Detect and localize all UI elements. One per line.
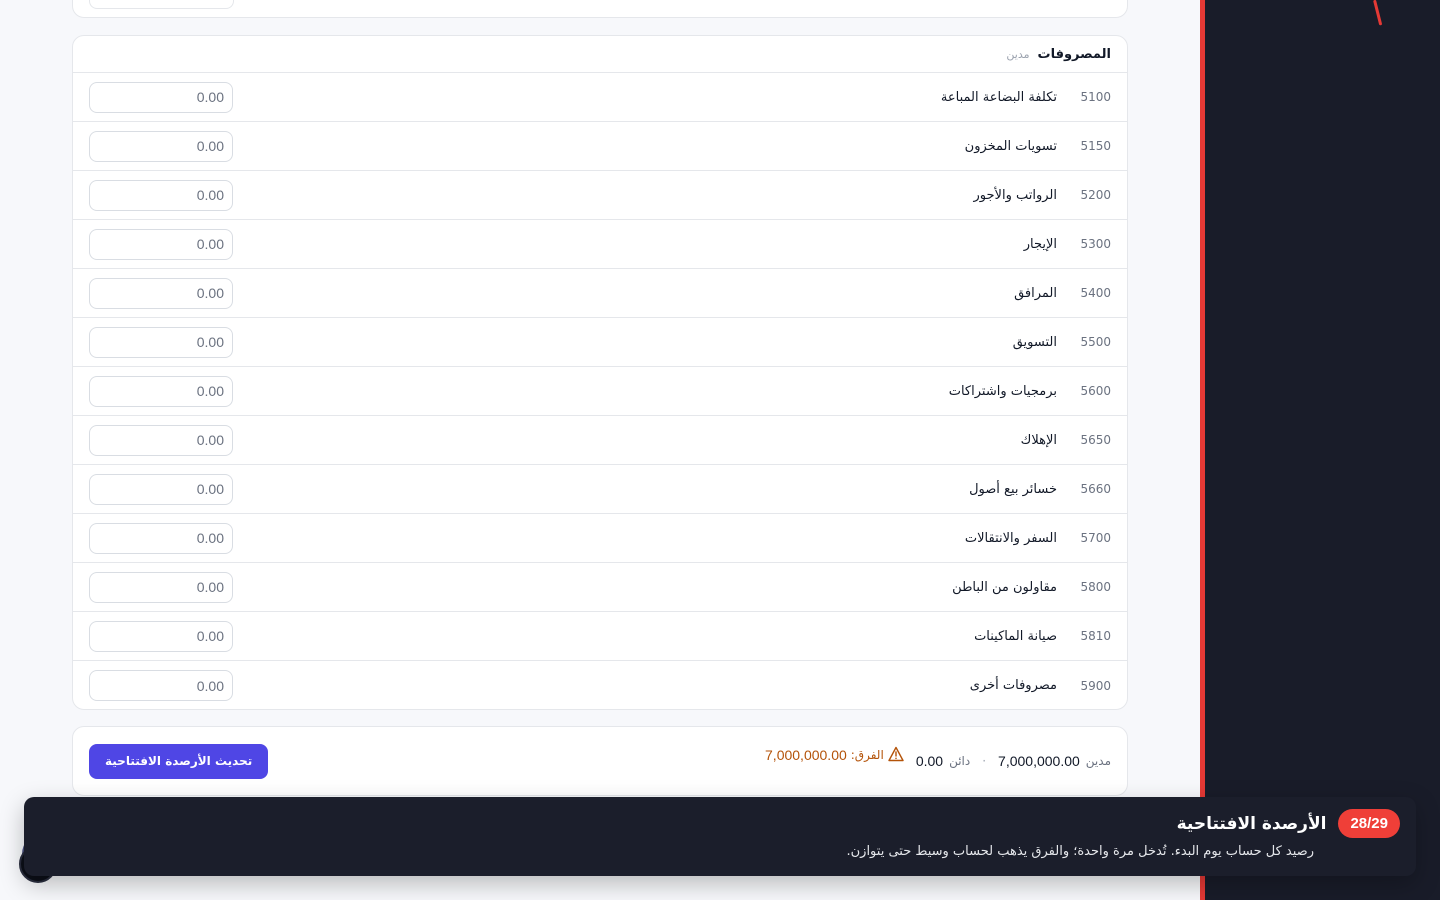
accounts-list: 5100 تكلفة البضاعة المباعة 5150 تسويات المخ… — [73, 73, 1127, 709]
totals-separator: · — [982, 754, 987, 768]
account-row: 5650 الإهلاك — [73, 416, 1127, 465]
account-code: 5700 — [1080, 531, 1111, 545]
account-amount-input[interactable] — [89, 179, 233, 211]
account-code: 5650 — [1080, 433, 1111, 447]
account-row: 5150 تسويات المخزون — [73, 122, 1127, 171]
account-row: 5810 صيانة الماكينات — [73, 612, 1127, 661]
account-code: 5100 — [1080, 90, 1111, 104]
account-amount-input[interactable] — [89, 228, 233, 260]
account-amount-input[interactable] — [89, 424, 233, 456]
account-name: مقاولون من الباطن — [952, 579, 1057, 595]
account-amount-input[interactable] — [89, 571, 233, 603]
account-name: التسويق — [1012, 334, 1057, 350]
account-code: 5400 — [1080, 286, 1111, 300]
difference-label: الفرق: — [850, 748, 884, 762]
account-name: المرافق — [1014, 285, 1057, 301]
account-code: 5600 — [1080, 384, 1111, 398]
difference-warning: الفرق: 7,000,000.00 — [765, 746, 904, 765]
account-code: 5200 — [1080, 188, 1111, 202]
account-row: 5600 برمجيات واشتراكات — [73, 367, 1127, 416]
account-row: 5200 الرواتب والأجور — [73, 171, 1127, 220]
credit-label: دائن — [949, 754, 971, 768]
account-code: 5660 — [1080, 482, 1111, 496]
account-name: برمجيات واشتراكات — [948, 383, 1057, 399]
totals-bar: مدين 7,000,000.00 · دائن 0.00 الفرق: 7,0… — [72, 726, 1128, 796]
totals-summary: مدين 7,000,000.00 · دائن 0.00 — [916, 753, 1111, 769]
difference-value: 7,000,000.00 — [765, 747, 847, 763]
account-name: صيانة الماكينات — [974, 628, 1057, 644]
previous-section-card — [72, 0, 1128, 18]
account-row: 5300 الإيجار — [73, 220, 1127, 269]
annotation-stroke — [1373, 0, 1383, 26]
account-amount-input[interactable] — [89, 130, 233, 162]
onboarding-tour-toast: 28/29 الأرصدة الافتتاحية رصيد كل حساب يو… — [24, 797, 1416, 876]
account-code: 5900 — [1080, 678, 1111, 693]
section-subtitle: مدين — [1006, 47, 1030, 61]
account-amount-input[interactable] — [89, 81, 233, 113]
account-amount-input[interactable] — [89, 277, 233, 309]
update-opening-balances-button[interactable]: تحديث الأرصدة الافتتاحية — [89, 743, 269, 779]
account-row: 5500 التسويق — [73, 318, 1127, 367]
account-row: 5800 مقاولون من الباطن — [73, 563, 1127, 612]
account-name: خسائر بيع أصول — [969, 481, 1057, 497]
section-title: المصروفات — [1037, 46, 1112, 62]
toast-description: رصيد كل حساب يوم البدء. تُدخل مرة واحدة؛… — [846, 844, 1314, 859]
account-amount-input[interactable] — [89, 326, 233, 358]
account-code: 5500 — [1080, 335, 1111, 349]
account-row: 5660 خسائر بيع أصول — [73, 465, 1127, 514]
expenses-card: المصروفات مدين 5100 تكلفة البضاعة المباعة… — [72, 35, 1128, 710]
account-row: 5700 السفر والانتقالات — [73, 514, 1127, 563]
side-panel — [1200, 0, 1440, 900]
account-code: 5800 — [1080, 580, 1111, 594]
account-name: الرواتب والأجور — [973, 187, 1057, 203]
account-code: 5150 — [1080, 139, 1111, 153]
toast-title: الأرصدة الافتتاحية — [1176, 813, 1327, 834]
account-code: 5300 — [1080, 237, 1111, 251]
expenses-header: المصروفات مدين — [73, 36, 1127, 73]
account-row: 5400 المرافق — [73, 269, 1127, 318]
toast-heading: 28/29 الأرصدة الافتتاحية — [40, 809, 1400, 838]
account-name: الإهلاك — [1020, 432, 1057, 448]
account-name: الإيجار — [1023, 236, 1057, 252]
account-name: تكلفة البضاعة المباعة — [940, 89, 1057, 105]
credit-value: 0.00 — [915, 753, 944, 769]
account-row: 5900 مصروفات أخرى — [73, 661, 1127, 709]
debit-label: مدين — [1085, 754, 1111, 768]
previous-amount-field-stub — [89, 0, 234, 9]
account-amount-input[interactable] — [89, 620, 233, 652]
debit-value: 7,000,000.00 — [998, 753, 1080, 769]
account-amount-input[interactable] — [89, 522, 233, 554]
account-row: 5100 تكلفة البضاعة المباعة — [73, 73, 1127, 122]
warning-triangle-icon — [888, 746, 904, 765]
account-name: السفر والانتقالات — [964, 530, 1057, 546]
account-amount-input[interactable] — [89, 670, 233, 701]
tour-step-badge: 28/29 — [1338, 809, 1400, 838]
account-amount-input[interactable] — [89, 473, 233, 505]
account-name: مصروفات أخرى — [969, 678, 1057, 693]
account-code: 5810 — [1080, 629, 1111, 643]
account-name: تسويات المخزون — [964, 138, 1057, 154]
account-amount-input[interactable] — [89, 375, 233, 407]
